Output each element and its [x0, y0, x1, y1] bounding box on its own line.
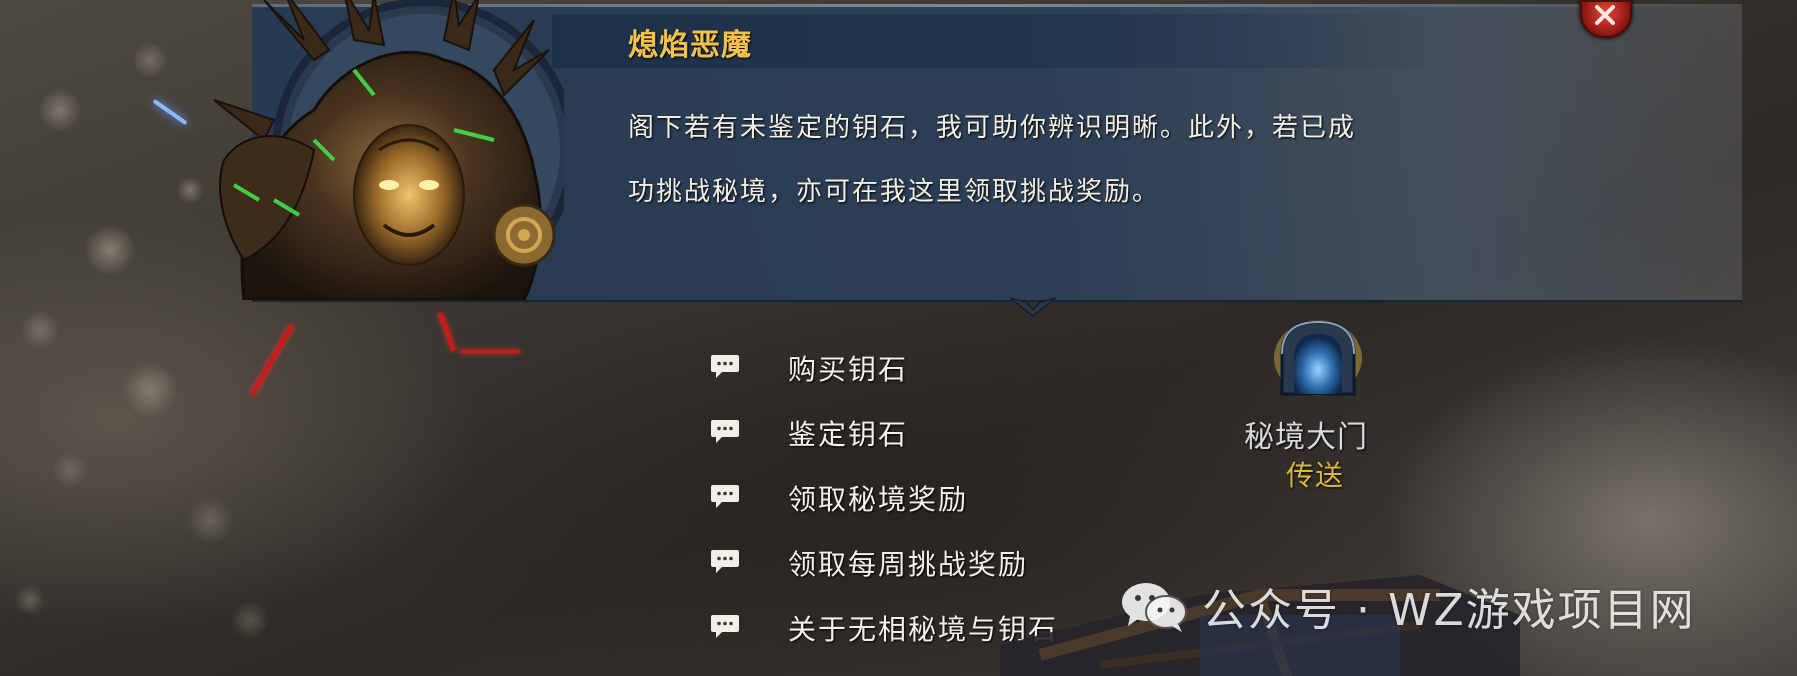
npc-name: 熄焰恶魔 — [628, 28, 752, 63]
watermark-text: 公众号 · WZ游戏项目网 — [1202, 585, 1696, 636]
option-label: 领取每周挑战奖励 — [788, 548, 1029, 581]
option-label: 领取秘境奖励 — [788, 483, 969, 516]
npc-dialogue: 阁下若有未鉴定的钥石，我可助你辨识明晰。此外，若已成 功挑战秘境，亦可在我这里领… — [628, 96, 1548, 224]
demon-portrait-icon — [213, 0, 564, 300]
divider-ornament-icon — [1010, 297, 1056, 317]
portal-action: 传送 — [1286, 459, 1345, 492]
realm-gate[interactable] — [1268, 316, 1368, 396]
wechat-icon — [1122, 583, 1187, 632]
watermark: 公众号 · WZ游戏项目网 — [1118, 574, 1696, 638]
npc-portrait — [204, 0, 564, 300]
dialogue-line: 阁下若有未鉴定的钥石，我可助你辨识明晰。此外，若已成 — [628, 113, 1357, 143]
portal-gate-icon — [1274, 320, 1362, 396]
option-claim-realm-reward[interactable]: 领取秘境奖励 — [710, 478, 1058, 543]
game-scene: 熄焰恶魔 阁下若有未鉴定的钥石，我可助你辨识明晰。此外，若已成 功挑战秘境，亦可… — [0, 0, 1797, 676]
portal-name: 秘境大门 — [1244, 420, 1368, 455]
speech-bubble-icon — [711, 420, 739, 443]
speech-bubble-icon — [711, 355, 739, 378]
close-icon — [1595, 5, 1615, 25]
speech-bubble-icon — [711, 485, 739, 508]
lava-crack — [460, 350, 520, 353]
speech-bubble-icon — [711, 550, 739, 573]
option-label: 鉴定钥石 — [788, 418, 909, 451]
option-buy-keystone[interactable]: 购买钥石 — [710, 348, 1058, 413]
option-identify-keystone[interactable]: 鉴定钥石 — [710, 413, 1058, 478]
dialogue-line: 功挑战秘境，亦可在我这里领取挑战奖励。 — [628, 177, 1161, 207]
option-label: 购买钥石 — [788, 353, 909, 386]
speech-bubble-icon — [711, 615, 739, 638]
